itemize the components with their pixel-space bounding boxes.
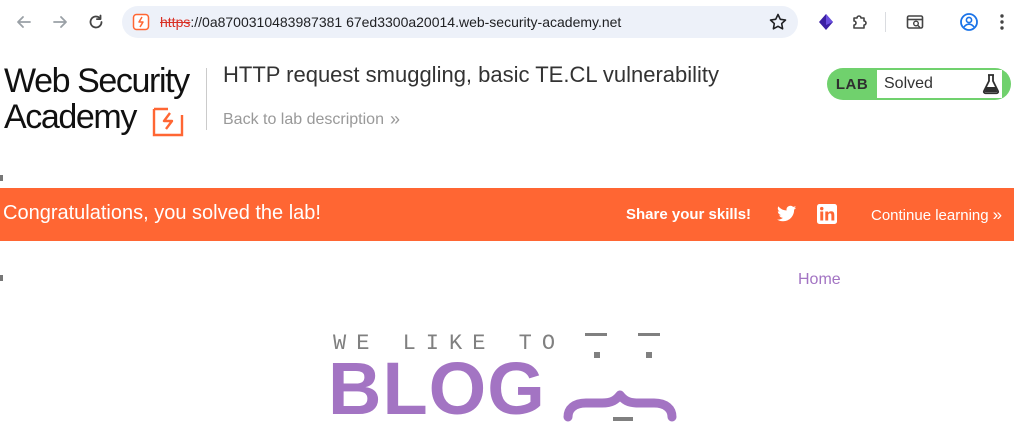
- web-security-academy-logo[interactable]: Web Security Academy: [4, 64, 204, 144]
- blog-face-logo-icon: [563, 333, 677, 422]
- double-chevron-right-icon: »: [389, 109, 400, 129]
- profile-icon[interactable]: [957, 10, 981, 34]
- home-nav-link[interactable]: Home: [798, 271, 841, 289]
- continue-learning-label: Continue learning: [871, 206, 989, 224]
- share-skills-label: Share your skills!: [626, 206, 752, 223]
- site-info-icon[interactable]: [132, 13, 150, 31]
- edge-artifact: [0, 275, 3, 281]
- toolbar-divider: [885, 12, 886, 32]
- twitter-icon[interactable]: [777, 205, 797, 223]
- header-divider: [206, 68, 207, 130]
- extension-purple-icon[interactable]: [814, 10, 838, 34]
- kebab-menu-icon[interactable]: [992, 10, 1012, 34]
- lab-status-widget: LAB Solved: [827, 68, 1011, 100]
- back-link-label: Back to lab description: [223, 110, 384, 128]
- url-text[interactable]: https://0a8700310483987381 67ed3300a2001…: [160, 14, 621, 30]
- logo-line-1: Web Security: [4, 62, 190, 100]
- forward-arrow-icon[interactable]: [48, 10, 72, 34]
- back-arrow-icon[interactable]: [12, 10, 36, 34]
- double-chevron-right-icon: »: [992, 205, 1003, 224]
- continue-learning-link[interactable]: Continue learning »: [871, 205, 1002, 225]
- back-to-lab-description-link[interactable]: Back to lab description »: [223, 109, 400, 130]
- blog-logo-word: BLOG: [328, 347, 546, 430]
- puzzle-extensions-icon[interactable]: [848, 10, 872, 34]
- lab-status-badge: LAB: [835, 75, 869, 93]
- browser-toolbar: https://0a8700310483987381 67ed3300a2001…: [0, 0, 1014, 44]
- congratulations-banner: Congratulations, you solved the lab! Sha…: [0, 188, 1014, 241]
- lab-title: HTTP request smuggling, basic TE.CL vuln…: [223, 62, 720, 87]
- url-host: ://0a8700310483987381 67ed3300a20014.web…: [190, 14, 622, 30]
- logo-lightning-icon: [152, 107, 184, 137]
- bookmark-star-icon[interactable]: [768, 12, 788, 32]
- url-scheme: https: [160, 14, 191, 30]
- linkedin-icon[interactable]: [817, 204, 837, 224]
- tab-search-icon[interactable]: [903, 10, 927, 34]
- logo-line-2: Academy: [4, 98, 137, 136]
- reload-icon[interactable]: [84, 10, 108, 34]
- address-bar[interactable]: https://0a8700310483987381 67ed3300a2001…: [122, 6, 798, 38]
- congratulations-message: Congratulations, you solved the lab!: [3, 202, 321, 224]
- edge-artifact: [0, 175, 3, 181]
- flask-icon: [982, 74, 1000, 95]
- lab-header: Web Security Academy HTTP request smuggl…: [0, 44, 1014, 188]
